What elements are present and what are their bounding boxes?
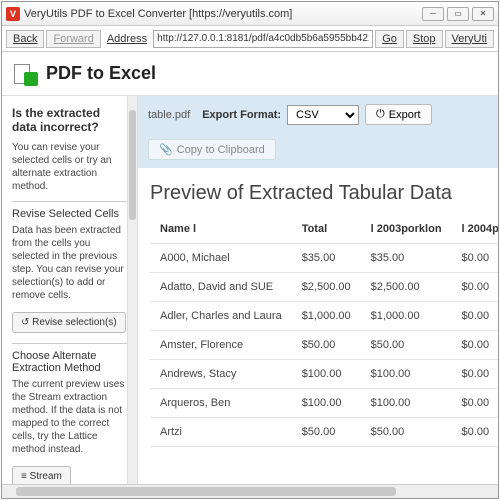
minimize-button[interactable]: ─ bbox=[422, 7, 444, 21]
power-icon: ⏻ bbox=[376, 108, 385, 121]
stop-button[interactable]: Stop bbox=[406, 30, 443, 48]
sidebar-scrollbar[interactable] bbox=[127, 96, 137, 484]
table-cell: $100.00 bbox=[292, 360, 361, 389]
copy-button-label: Copy to Clipboard bbox=[177, 144, 265, 156]
data-table: Name lTotall 2003porklonl 2004po|10|onto… bbox=[150, 215, 498, 447]
address-label: Address bbox=[103, 33, 151, 45]
table-cell: Artzi bbox=[150, 418, 292, 447]
table-body: A000, Michael$35.00$35.00$0.00$35.0Adatt… bbox=[150, 244, 498, 447]
address-input[interactable] bbox=[153, 30, 373, 48]
export-button-label: Export bbox=[389, 109, 421, 121]
page-title: PDF to Excel bbox=[46, 63, 156, 84]
export-button[interactable]: ⏻ Export bbox=[365, 104, 432, 125]
table-cell: Adatto, David and SUE bbox=[150, 273, 292, 302]
table-row: Adatto, David and SUE$2,500.00$2,500.00$… bbox=[150, 273, 498, 302]
horizontal-scrollbar[interactable] bbox=[2, 484, 498, 498]
table-cell: $50.00 bbox=[292, 331, 361, 360]
scrollbar-thumb[interactable] bbox=[16, 487, 396, 496]
table-cell: $2,500.00 bbox=[361, 273, 452, 302]
table-wrapper: Name lTotall 2003porklonl 2004po|10|onto… bbox=[138, 215, 498, 484]
table-cell: $0.00 bbox=[452, 302, 498, 331]
titlebar: V VeryUtils PDF to Excel Converter [http… bbox=[2, 2, 498, 26]
table-cell: A000, Michael bbox=[150, 244, 292, 273]
table-row: Artzi$50.00$50.00$0.00$50.0 bbox=[150, 418, 498, 447]
table-row: Amster, Florence$50.00$50.00$0.00$50.0 bbox=[150, 331, 498, 360]
column-header: l 2004po|10|on bbox=[452, 215, 498, 244]
pdf-excel-icon bbox=[14, 62, 38, 86]
export-format-label: Export Format: bbox=[202, 109, 281, 121]
table-cell: $1,000.00 bbox=[361, 302, 452, 331]
close-button[interactable]: ✕ bbox=[472, 7, 494, 21]
divider bbox=[12, 343, 127, 344]
divider bbox=[12, 201, 127, 202]
table-cell: $35.00 bbox=[292, 244, 361, 273]
table-cell: $100.00 bbox=[361, 360, 452, 389]
main-content: table.pdf Export Format: CSV ⏻ Export 📎 … bbox=[138, 96, 498, 484]
filename-label: table.pdf bbox=[148, 109, 190, 121]
forward-button[interactable]: Forward bbox=[46, 30, 100, 48]
table-cell: $0.00 bbox=[452, 389, 498, 418]
column-header: l 2003porklon bbox=[361, 215, 452, 244]
table-cell: $100.00 bbox=[292, 389, 361, 418]
export-format-select[interactable]: CSV bbox=[287, 105, 359, 125]
stream-method-button[interactable]: ≡ Stream bbox=[12, 466, 71, 484]
copy-clipboard-button[interactable]: 📎 Copy to Clipboard bbox=[148, 139, 276, 160]
app-icon: V bbox=[6, 7, 20, 21]
back-button[interactable]: Back bbox=[6, 30, 44, 48]
app-window: V VeryUtils PDF to Excel Converter [http… bbox=[1, 1, 499, 499]
table-cell: $2,500.00 bbox=[292, 273, 361, 302]
revise-section-text: Data has been extracted from the cells y… bbox=[12, 224, 127, 302]
table-cell: $0.00 bbox=[452, 331, 498, 360]
scrollbar-thumb[interactable] bbox=[129, 110, 136, 220]
preview-heading: Preview of Extracted Tabular Data bbox=[138, 168, 498, 215]
export-toolbar: table.pdf Export Format: CSV ⏻ Export 📎 … bbox=[138, 96, 498, 168]
alt-method-text: The current preview uses the Stream extr… bbox=[12, 378, 127, 456]
table-row: Arqueros, Ben$100.00$100.00$0.00$100 bbox=[150, 389, 498, 418]
table-cell: $50.00 bbox=[292, 418, 361, 447]
brand-label: VeryUti bbox=[445, 30, 494, 48]
revise-section-title: Revise Selected Cells bbox=[12, 208, 127, 220]
page-header: PDF to Excel bbox=[2, 52, 498, 96]
table-cell: Arqueros, Ben bbox=[150, 389, 292, 418]
alt-method-title: Choose Alternate Extraction Method bbox=[12, 350, 127, 374]
table-cell: $35.00 bbox=[361, 244, 452, 273]
table-cell: Adler, Charles and Laura bbox=[150, 302, 292, 331]
table-cell: Andrews, Stacy bbox=[150, 360, 292, 389]
table-cell: $0.00 bbox=[452, 360, 498, 389]
sidebar: Is the extracted data incorrect? You can… bbox=[2, 96, 138, 484]
table-cell: $1,000.00 bbox=[292, 302, 361, 331]
window-title: VeryUtils PDF to Excel Converter [https:… bbox=[24, 8, 422, 20]
table-cell: $0.00 bbox=[452, 273, 498, 302]
table-cell: $0.00 bbox=[452, 418, 498, 447]
column-header: Total bbox=[292, 215, 361, 244]
go-button[interactable]: Go bbox=[375, 30, 404, 48]
maximize-button[interactable]: ▭ bbox=[447, 7, 469, 21]
nav-toolbar: Back Forward Address Go Stop VeryUti bbox=[2, 26, 498, 52]
table-row: A000, Michael$35.00$35.00$0.00$35.0 bbox=[150, 244, 498, 273]
table-cell: $50.00 bbox=[361, 418, 452, 447]
table-row: Andrews, Stacy$100.00$100.00$0.00$100 bbox=[150, 360, 498, 389]
table-cell: $50.00 bbox=[361, 331, 452, 360]
table-row: Adler, Charles and Laura$1,000.00$1,000.… bbox=[150, 302, 498, 331]
column-header: Name l bbox=[150, 215, 292, 244]
revise-selection-button[interactable]: ↺ Revise selection(s) bbox=[12, 312, 126, 333]
table-cell: $100.00 bbox=[361, 389, 452, 418]
table-cell: $0.00 bbox=[452, 244, 498, 273]
clipboard-icon: 📎 bbox=[159, 143, 173, 156]
sidebar-question-text: You can revise your selected cells or tr… bbox=[12, 141, 127, 193]
sidebar-question-title: Is the extracted data incorrect? bbox=[12, 106, 127, 135]
table-cell: Amster, Florence bbox=[150, 331, 292, 360]
table-header-row: Name lTotall 2003porklonl 2004po|10|onto… bbox=[150, 215, 498, 244]
